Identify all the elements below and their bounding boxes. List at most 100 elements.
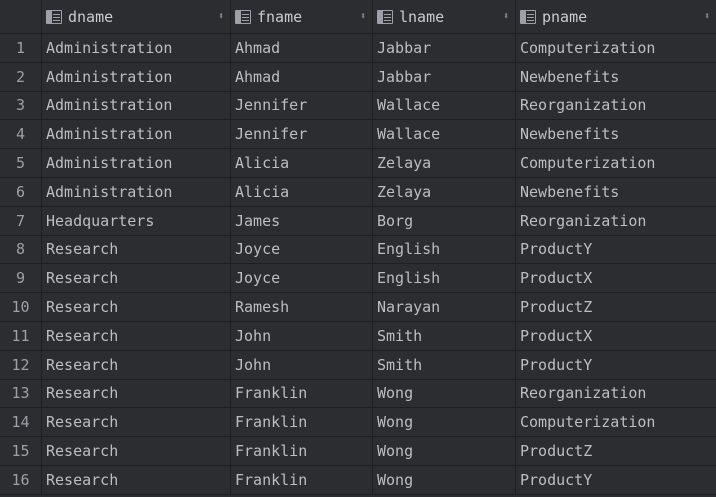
cell-dname[interactable]: Research — [42, 293, 231, 321]
cell-fname[interactable]: Ahmad — [231, 34, 373, 62]
cell-lname[interactable]: Borg — [373, 206, 516, 235]
cell-dname[interactable]: Research — [42, 465, 231, 494]
cell-lname[interactable]: Smith — [373, 321, 516, 350]
table-row[interactable]: 6 Administration Alicia Zelaya Newbenefits — [0, 177, 716, 207]
cell-fname[interactable]: Franklin — [231, 408, 373, 437]
cell-pname[interactable]: Newbenefits — [516, 120, 716, 149]
row-number[interactable]: 8 — [0, 235, 42, 264]
table-row[interactable]: 10 Research Ramesh Narayan ProductZ — [0, 293, 716, 322]
cell-lname[interactable]: Wallace — [373, 91, 516, 120]
row-number[interactable]: 16 — [0, 465, 42, 494]
cell-pname[interactable]: Reorganization — [516, 379, 716, 408]
row-number[interactable]: 4 — [0, 120, 42, 149]
table-row[interactable]: 9 Research Joyce English ProductX — [0, 264, 716, 294]
row-number[interactable]: 13 — [0, 379, 42, 408]
sort-arrows-icon[interactable]: ⬍ — [218, 11, 224, 22]
row-number[interactable]: 15 — [0, 437, 42, 465]
cell-lname[interactable]: Wong — [373, 465, 516, 494]
table-row[interactable]: 8 Research Joyce English ProductY — [0, 235, 716, 265]
row-number[interactable]: 1 — [0, 34, 42, 62]
table-row[interactable]: 7 Headquarters James Borg Reorganization — [0, 206, 716, 236]
cell-fname[interactable]: Jennifer — [231, 91, 373, 120]
table-row[interactable]: 12 Research John Smith ProductY — [0, 350, 716, 380]
row-number[interactable]: 6 — [0, 177, 42, 206]
sort-arrows-icon[interactable]: ⬍ — [360, 11, 366, 22]
table-row[interactable]: 13 Research Franklin Wong Reorganization — [0, 379, 716, 409]
cell-dname[interactable]: Research — [42, 379, 231, 408]
cell-fname[interactable]: Alicia — [231, 149, 373, 177]
cell-pname[interactable]: ProductY — [516, 235, 716, 264]
cell-lname[interactable]: Smith — [373, 350, 516, 379]
cell-lname[interactable]: Zelaya — [373, 177, 516, 206]
cell-lname[interactable]: Wong — [373, 379, 516, 408]
cell-dname[interactable]: Administration — [42, 62, 231, 91]
cell-fname[interactable]: Joyce — [231, 235, 373, 264]
table-row[interactable]: 4 Administration Jennifer Wallace Newbenefit… — [0, 120, 716, 150]
table-row[interactable]: 16 Research Franklin Wong ProductY — [0, 465, 716, 495]
row-number[interactable]: 3 — [0, 91, 42, 120]
cell-pname[interactable]: ProductY — [516, 350, 716, 379]
cell-pname[interactable]: Reorganization — [516, 91, 716, 120]
cell-fname[interactable]: John — [231, 350, 373, 379]
sort-arrows-icon[interactable]: ⬍ — [704, 11, 710, 22]
cell-lname[interactable]: Zelaya — [373, 149, 516, 177]
table-row[interactable]: 11 Research John Smith ProductX — [0, 321, 716, 351]
cell-pname[interactable]: ProductZ — [516, 293, 716, 321]
cell-fname[interactable]: John — [231, 321, 373, 350]
cell-fname[interactable]: Franklin — [231, 379, 373, 408]
sort-arrows-icon[interactable]: ⬍ — [503, 11, 509, 22]
column-header-dname[interactable]: dname ⬍ — [42, 0, 231, 33]
cell-lname[interactable]: Jabbar — [373, 62, 516, 91]
cell-pname[interactable]: Computerization — [516, 408, 716, 437]
row-number[interactable]: 5 — [0, 149, 42, 177]
cell-pname[interactable]: ProductY — [516, 465, 716, 494]
cell-fname[interactable]: Alicia — [231, 177, 373, 206]
cell-lname[interactable]: English — [373, 264, 516, 293]
cell-fname[interactable]: Jennifer — [231, 120, 373, 149]
cell-pname[interactable]: ProductZ — [516, 437, 716, 465]
cell-dname[interactable]: Administration — [42, 177, 231, 206]
row-number[interactable]: 12 — [0, 350, 42, 379]
cell-lname[interactable]: Wong — [373, 437, 516, 465]
cell-lname[interactable]: Wallace — [373, 120, 516, 149]
table-row[interactable]: 5 Administration Alicia Zelaya Computerizati… — [0, 149, 716, 178]
row-number[interactable]: 11 — [0, 321, 42, 350]
cell-fname[interactable]: James — [231, 206, 373, 235]
table-row[interactable]: 1 Administration Ahmad Jabbar Computerizatio… — [0, 34, 716, 63]
cell-lname[interactable]: Wong — [373, 408, 516, 437]
cell-pname[interactable]: Computerization — [516, 34, 716, 62]
row-number[interactable]: 7 — [0, 206, 42, 235]
table-row[interactable]: 15 Research Franklin Wong ProductZ — [0, 437, 716, 466]
row-number-header[interactable] — [0, 0, 42, 33]
cell-dname[interactable]: Research — [42, 235, 231, 264]
cell-dname[interactable]: Administration — [42, 120, 231, 149]
cell-dname[interactable]: Headquarters — [42, 206, 231, 235]
cell-dname[interactable]: Research — [42, 350, 231, 379]
cell-dname[interactable]: Administration — [42, 149, 231, 177]
table-row[interactable]: 2 Administration Ahmad Jabbar Newbenefits — [0, 62, 716, 92]
cell-lname[interactable]: Narayan — [373, 293, 516, 321]
cell-fname[interactable]: Ahmad — [231, 62, 373, 91]
cell-dname[interactable]: Research — [42, 264, 231, 293]
column-header-lname[interactable]: lname ⬍ — [373, 0, 516, 33]
cell-dname[interactable]: Administration — [42, 91, 231, 120]
cell-dname[interactable]: Research — [42, 321, 231, 350]
row-number[interactable]: 2 — [0, 62, 42, 91]
cell-fname[interactable]: Franklin — [231, 437, 373, 465]
column-header-fname[interactable]: fname ⬍ — [231, 0, 373, 33]
cell-dname[interactable]: Research — [42, 408, 231, 437]
row-number[interactable]: 10 — [0, 293, 42, 321]
cell-fname[interactable]: Ramesh — [231, 293, 373, 321]
row-number[interactable]: 14 — [0, 408, 42, 437]
cell-pname[interactable]: Computerization — [516, 149, 716, 177]
row-number[interactable]: 9 — [0, 264, 42, 293]
cell-fname[interactable]: Joyce — [231, 264, 373, 293]
cell-pname[interactable]: ProductX — [516, 264, 716, 293]
cell-fname[interactable]: Franklin — [231, 465, 373, 494]
cell-pname[interactable]: Newbenefits — [516, 177, 716, 206]
cell-pname[interactable]: Newbenefits — [516, 62, 716, 91]
table-row[interactable]: 14 Research Franklin Wong Computerization — [0, 408, 716, 438]
cell-lname[interactable]: Jabbar — [373, 34, 516, 62]
cell-pname[interactable]: Reorganization — [516, 206, 716, 235]
table-row[interactable]: 3 Administration Jennifer Wallace Reorganiza… — [0, 91, 716, 121]
